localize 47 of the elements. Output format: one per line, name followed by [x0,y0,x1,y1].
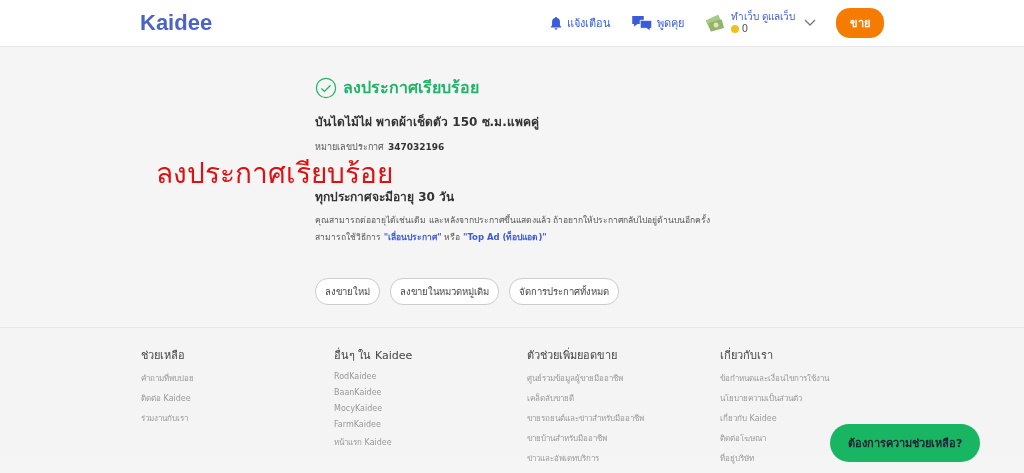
coin-icon [730,25,739,33]
overlay-caption: ลงประกาศเรียบร้อย [156,158,393,190]
bump-ad-link[interactable]: "เลื่อนประกาศ" [383,232,442,242]
footer-link[interactable]: ขายรถยนต์และข่าวสำหรับมืออาชีพ [527,412,644,425]
top-ad-link[interactable]: "Top Ad (ท็อปแอด)" [462,232,547,242]
lifetime-heading: ทุกประกาศจะมีอายุ 30 วัน [315,189,456,206]
ad-number-label: หมายเลขประกาศ [315,141,384,153]
footer-link[interactable]: ติดต่อโฆษณา [720,432,766,445]
footer-link[interactable]: FarmKaidee [334,420,381,429]
action-button[interactable]: ลงขายในหมวดหมู่เดิม [390,278,499,305]
footer-link[interactable]: RodKaidee [334,372,377,381]
chat-bubbles-icon [630,15,653,31]
footer-link[interactable]: ที่อยู่บริษัท [720,452,754,465]
footer-link[interactable]: ขายบ้านสำหรับมืออาชีพ [527,432,607,445]
info-paragraph: คุณสามารถต่ออายุได้เช่นเดิม และหลังจากประกาศขึ้นแสดงแล้ว ถ้าอยากให้ประกาศกลับไปอยู่ด้านบนอีกครั้ง สามารถใช้วิธีการ "เลื่อนประกาศ" หรือ "Top Ad (ท็อปแอด)" [315,213,712,244]
ad-number: 347032196 [388,141,445,153]
footer-link[interactable]: ข้อกำหนดและเงื่อนไขการใช้งาน [720,372,829,385]
check-circle-icon [315,76,337,99]
action-button[interactable]: จัดการประกาศทั้งหมด [509,278,619,305]
footer-heading: ตัวช่วยเพิ่มยอดขาย [527,346,618,364]
chat-link[interactable]: พูดคุย [630,14,684,32]
success-title: ลงประกาศเรียบร้อย [343,77,479,99]
bell-icon [548,16,563,30]
footer-link[interactable]: คำถามที่พบบ่อย [141,372,194,385]
footer-link[interactable]: ศูนย์รวมข้อมูลผู้ขายมืออาชีพ [527,372,623,385]
footer-link[interactable]: เคล็ดลับขายดี [527,392,574,405]
footer-link[interactable]: เกี่ยวกับ Kaidee [720,412,777,425]
footer-link[interactable]: นโยบายความเป็นส่วนตัว [720,392,802,405]
footer-link[interactable]: หน้าแรก Kaidee [334,436,392,449]
coin-count: 0 [741,23,749,35]
footer-link[interactable]: ข่าวและอัพเดทบริการ [527,452,599,465]
money-avatar-icon[interactable] [703,12,726,34]
listing-title: บันไดไม้ไผ่ พาดผ้าเช็ดตัว 150 ซ.ม.แพคคู่ [315,113,540,131]
user-name[interactable]: ทำเว็บ ดูแลเว็บ [730,11,795,23]
footer-link[interactable]: ติดต่อ Kaidee [141,392,191,405]
notifications-link[interactable]: แจ้งเตือน [548,14,611,32]
action-button[interactable]: ลงขายใหม่ [315,278,380,305]
footer-heading: ช่วยเหลือ [141,348,186,364]
sell-button[interactable]: ขาย [836,8,884,38]
kaidee-logo[interactable]: Kaidee [140,10,213,36]
footer-link[interactable]: ร่วมงานกับเรา [141,412,188,425]
footer-heading: เกี่ยวกับเรา [720,346,774,364]
help-button[interactable]: ต้องการความช่วยเหลือ? [830,424,981,462]
footer-heading: อื่นๆ ใน Kaidee [334,346,414,364]
footer-link[interactable]: MocyKaidee [334,404,383,413]
footer-link[interactable]: BaanKaidee [334,388,382,397]
chevron-down-icon[interactable] [804,19,816,27]
